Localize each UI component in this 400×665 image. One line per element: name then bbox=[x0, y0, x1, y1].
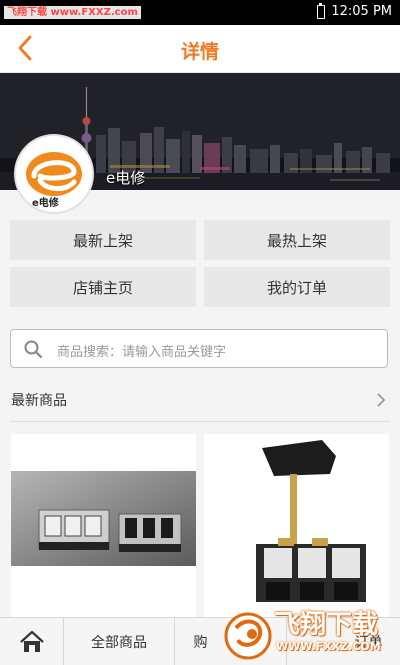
home-icon bbox=[19, 630, 44, 652]
latest-products-header[interactable]: 最新商品 bbox=[0, 380, 400, 422]
product-image bbox=[11, 471, 196, 566]
battery-icon bbox=[317, 2, 326, 19]
watermark-text: 飞翔下载 www.FXXZ.com bbox=[4, 6, 141, 19]
watermark-logo: 飞翔下载 WWW.FXXZ.COM bbox=[222, 598, 400, 665]
shop-home-button[interactable]: 店铺主页 bbox=[10, 267, 196, 307]
clock: 12:05 PM bbox=[331, 4, 392, 19]
search-icon bbox=[24, 340, 43, 359]
watermark-brand: 飞翔下载 bbox=[274, 610, 379, 640]
status-right: 12:05 PM bbox=[317, 2, 392, 19]
page-title: 详情 bbox=[180, 41, 219, 63]
my-orders-button[interactable]: 我的订单 bbox=[204, 267, 390, 307]
tab-home[interactable] bbox=[0, 618, 64, 665]
search-input[interactable]: 商品搜索：请输入商品关键字 bbox=[10, 329, 388, 368]
search-placeholder: 商品搜索：请输入商品关键字 bbox=[57, 345, 227, 360]
product-card[interactable] bbox=[11, 434, 196, 634]
tab-all-products[interactable]: 全部商品 bbox=[64, 618, 175, 665]
chevron-right-icon bbox=[377, 393, 386, 407]
logo-caption: e电修 bbox=[32, 198, 59, 209]
divider bbox=[10, 421, 390, 422]
tab-cart-label: 购 bbox=[193, 635, 208, 651]
shop-name: e电修 bbox=[106, 169, 146, 187]
shop-menu-grid: 最新上架 最热上架 店铺主页 我的订单 bbox=[10, 220, 390, 307]
status-bar: 飞翔下载 www.FXXZ.com 12:05 PM bbox=[0, 0, 400, 25]
newest-button[interactable]: 最新上架 bbox=[10, 220, 196, 260]
nav-bar: 详情 bbox=[0, 25, 400, 73]
hottest-button[interactable]: 最热上架 bbox=[204, 220, 390, 260]
watermark-url: WWW.FXXZ.COM bbox=[276, 640, 381, 653]
section-title: 最新商品 bbox=[11, 393, 67, 409]
